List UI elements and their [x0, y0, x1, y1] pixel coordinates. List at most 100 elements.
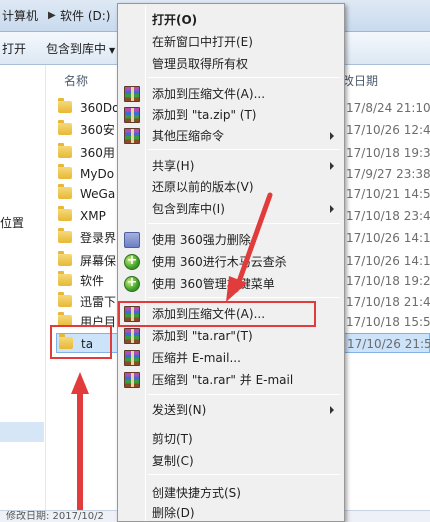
- folder-icon: [58, 292, 72, 307]
- folder-icon: [58, 184, 72, 199]
- menu-item-label: 剪切(T): [152, 432, 193, 446]
- winrar-icon: [124, 372, 140, 388]
- menu-item-label: 压缩到 "ta.rar" 并 E-mail: [152, 373, 294, 387]
- file-name: 登录界: [80, 231, 117, 245]
- winrar-icon: [124, 107, 140, 123]
- file-name: 360Do: [80, 101, 120, 115]
- annotation-arrow-up-head: [71, 372, 89, 394]
- menu-separator: [148, 149, 340, 150]
- status-text: 修改日期: 2017/10/2: [6, 511, 104, 522]
- file-date: 17/9/27 23:38: [346, 167, 430, 181]
- menu-item[interactable]: 压缩并 E-mail...: [120, 348, 342, 368]
- context-menu: 打开(O) 在新窗口中打开(E) 管理员取得所有权添加到压缩文件(A)... 添加到 …: [117, 3, 345, 522]
- folder-icon: [58, 98, 72, 113]
- file-name: 360用: [80, 146, 115, 160]
- nav-item-location[interactable]: 位置: [0, 215, 24, 231]
- submenu-arrow-icon: [330, 406, 334, 414]
- winrar-icon: [124, 350, 140, 366]
- menu-item[interactable]: 使用 360强力删除: [120, 230, 342, 250]
- menu-item-label: 使用 360进行木马云查杀: [152, 255, 287, 269]
- menu-item[interactable]: 打开(O): [120, 10, 342, 30]
- folder-icon: [58, 164, 72, 179]
- menu-item[interactable]: 管理员取得所有权: [120, 54, 342, 74]
- menu-separator: [148, 297, 340, 298]
- file-name: WeGa: [80, 187, 116, 201]
- menu-item-label: 删除(D): [152, 506, 195, 520]
- annotation-box-file: [50, 325, 112, 359]
- nav-selected-item[interactable]: [0, 422, 44, 442]
- menu-item-label: 复制(C): [152, 454, 194, 468]
- menu-item-label: 添加到 "ta.rar"(T): [152, 329, 253, 343]
- menu-item[interactable]: 发送到(N): [120, 400, 342, 420]
- submenu-arrow-icon: [330, 162, 334, 170]
- file-name: 360安: [80, 123, 115, 137]
- file-name: 屏幕保: [80, 254, 117, 268]
- menu-item-label: 压缩并 E-mail...: [152, 351, 241, 365]
- menu-separator: [148, 394, 340, 395]
- chevron-down-icon: ▼: [109, 46, 116, 55]
- file-name: 迅雷下: [80, 295, 117, 309]
- menu-item-label: 使用 360管理右键菜单: [152, 277, 275, 291]
- menu-item[interactable]: 添加到 "ta.rar"(T): [120, 326, 342, 346]
- annotation-box-menu-item: [118, 301, 316, 327]
- menu-item[interactable]: 还原以前的版本(V): [120, 177, 342, 197]
- breadcrumb-separator-icon[interactable]: ▶: [48, 7, 56, 25]
- menu-item[interactable]: 其他压缩命令: [120, 126, 342, 146]
- include-in-library-label: 包含到库中: [46, 42, 107, 56]
- folder-icon: [58, 271, 72, 286]
- menu-item[interactable]: 在新窗口中打开(E): [120, 32, 342, 52]
- menu-item-label: 在新窗口中打开(E): [152, 35, 253, 49]
- file-name: MyDo: [80, 167, 115, 181]
- menu-item[interactable]: 压缩到 "ta.rar" 并 E-mail: [120, 370, 342, 390]
- menu-item-label: 打开(O): [152, 13, 198, 27]
- menu-item-label: 使用 360强力删除: [152, 233, 251, 247]
- menu-separator: [148, 77, 340, 78]
- menu-item[interactable]: 使用 360进行木马云查杀: [120, 252, 342, 272]
- menu-item-label: 还原以前的版本(V): [152, 180, 254, 194]
- 360-icon: [124, 253, 140, 270]
- menu-item[interactable]: 使用 360管理右键菜单: [120, 274, 342, 294]
- file-date: 17/10/26 14:12: [346, 254, 430, 268]
- menu-separator: [148, 223, 340, 224]
- menu-item-label: 其他压缩命令: [152, 129, 225, 143]
- menu-item[interactable]: 共享(H): [120, 156, 342, 176]
- column-header-date[interactable]: 改日期: [342, 73, 378, 89]
- menu-item[interactable]: 剪切(T): [120, 429, 342, 449]
- file-date: 17/10/18 23:45: [346, 209, 430, 223]
- file-date: 17/10/18 15:54: [346, 315, 430, 329]
- submenu-arrow-icon: [330, 205, 334, 213]
- folder-icon: [58, 251, 72, 266]
- 360-icon: [124, 275, 140, 292]
- include-in-library-button[interactable]: 包含到库中 ▼: [46, 40, 115, 58]
- folder-icon: [58, 228, 72, 243]
- breadcrumb-drive[interactable]: 软件 (D:): [60, 7, 110, 25]
- menu-item[interactable]: 删除(D): [120, 503, 342, 522]
- folder-icon: [58, 206, 72, 221]
- shredder-icon: [124, 232, 140, 248]
- menu-item[interactable]: 包含到库中(I): [120, 199, 342, 219]
- file-date: 17/10/18 19:34: [346, 146, 430, 160]
- menu-item-label: 添加到 "ta.zip" (T): [152, 108, 257, 122]
- file-date: 17/10/26 12:43: [346, 123, 430, 137]
- menu-item[interactable]: 创建快捷方式(S): [120, 483, 342, 503]
- menu-item[interactable]: 添加到 "ta.zip" (T): [120, 105, 342, 125]
- file-name: XMP: [80, 209, 106, 223]
- file-date: 17/10/18 21:45: [346, 295, 430, 309]
- menu-item-label: 管理员取得所有权: [152, 57, 249, 71]
- winrar-icon: [124, 328, 140, 344]
- folder-icon: [58, 143, 72, 158]
- menu-item[interactable]: 复制(C): [120, 451, 342, 471]
- menu-item[interactable]: 添加到压缩文件(A)...: [120, 84, 342, 104]
- file-date: 17/10/21 14:56: [346, 187, 430, 201]
- breadcrumb-computer[interactable]: 计算机: [2, 7, 38, 25]
- submenu-arrow-icon: [330, 132, 334, 140]
- menu-item-label: 发送到(N): [152, 403, 207, 417]
- open-button[interactable]: 打开: [2, 40, 26, 58]
- column-header-name[interactable]: 名称: [64, 73, 88, 89]
- file-date: 17/8/24 21:10: [346, 101, 430, 115]
- annotation-arrow-up-shaft: [77, 392, 83, 510]
- menu-separator: [148, 474, 340, 475]
- file-date: 17/10/26 14:12: [346, 231, 430, 245]
- navigation-pane: 位置: [0, 65, 46, 510]
- file-date: 17/10/26 21:58: [347, 337, 430, 351]
